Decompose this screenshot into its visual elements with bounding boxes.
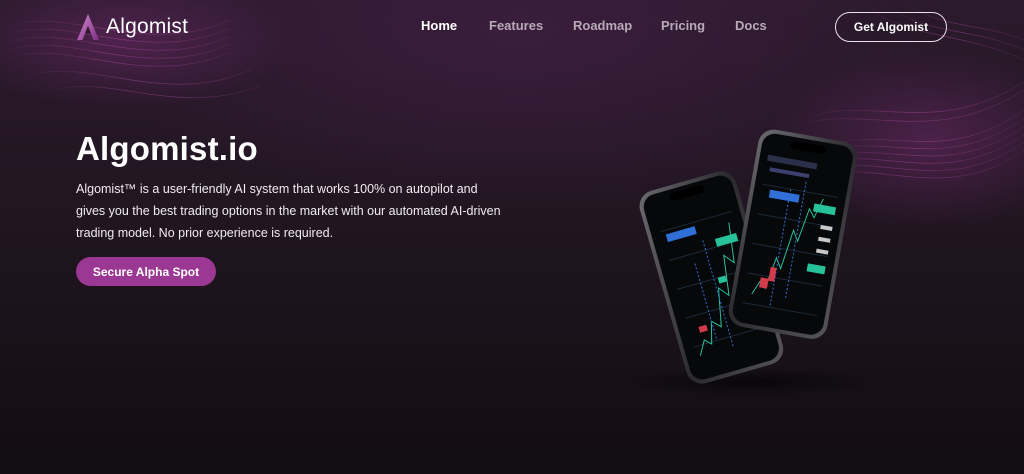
phones-illustration xyxy=(620,129,880,396)
nav-pricing[interactable]: Pricing xyxy=(661,18,705,33)
hero-title: Algomist.io xyxy=(76,130,258,167)
nav-features[interactable]: Features xyxy=(489,18,543,33)
nav-roadmap[interactable]: Roadmap xyxy=(573,18,632,33)
hero-description: Algomist™ is a user-friendly AI system t… xyxy=(76,182,501,240)
secure-alpha-spot-button[interactable]: Secure Alpha Spot xyxy=(76,257,216,286)
nav-home[interactable]: Home xyxy=(421,18,457,33)
nav-docs[interactable]: Docs xyxy=(735,18,767,33)
get-algomist-button[interactable]: Get Algomist xyxy=(835,12,947,42)
